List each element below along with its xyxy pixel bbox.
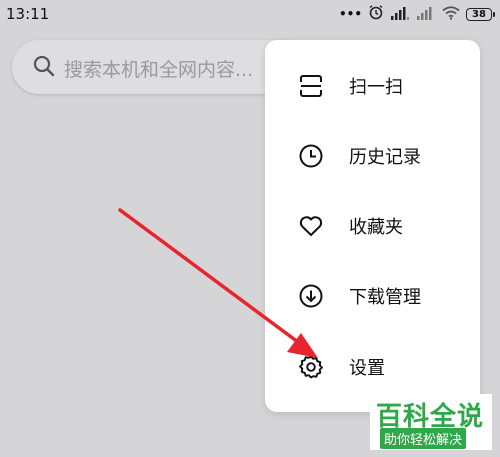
watermark-logo: 百科全说 助你轻松解决 — [370, 394, 492, 450]
annotation-arrow — [118, 208, 318, 358]
watermark-subtitle: 助你轻松解决 — [380, 428, 467, 449]
